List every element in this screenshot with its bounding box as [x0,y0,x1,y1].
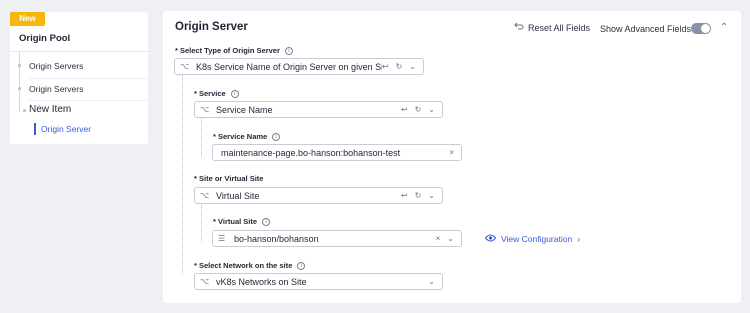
origin-type-label: * Select Type of Origin Server i [175,46,293,55]
nesting-guide [201,117,202,157]
service-name-label-text: * Service Name [213,132,268,141]
collapse-chevron-up-icon[interactable]: ⌃ [720,22,728,33]
tree-item-origin-servers-2[interactable]: Origin Servers [29,84,83,94]
info-icon[interactable]: i [230,89,239,98]
network-label-text: * Select Network on the site [194,261,293,270]
info-icon[interactable]: i [262,217,271,226]
origin-server-panel: Origin Server Reset All Fields Show Adva… [163,11,741,303]
network-label: * Select Network on the site i [194,261,306,270]
tree-item-new-item[interactable]: New Item [29,104,71,115]
service-label: * Service i [194,89,239,98]
clear-icon[interactable]: × [436,234,441,243]
info-icon[interactable]: i [284,46,293,55]
chevron-down-icon[interactable]: ⌄ [428,191,435,200]
info-icon[interactable]: i [297,261,306,270]
undo-icon[interactable]: ↩ [382,62,389,71]
origin-pool-tree: New Origin Pool Origin Servers Origin Se… [10,12,148,144]
site-or-virtual-site-value: Virtual Site [216,190,260,201]
service-label-text: * Service [194,89,226,98]
view-configuration-label: View Configuration [501,234,573,244]
network-value: vK8s Networks on Site [216,276,307,287]
service-name-label: * Service Name i [213,132,281,141]
site-or-virtual-site-select[interactable]: ⌥ Virtual Site ↩ ↻ ⌄ [194,187,443,204]
tree-separator [28,78,148,79]
virtual-site-label: * Virtual Site i [213,217,271,226]
site-or-virtual-site-label-text: * Site or Virtual Site [194,174,264,183]
tree-item-origin-servers-1[interactable]: Origin Servers [29,61,83,71]
tree-divider [10,51,148,52]
nesting-guide [201,202,202,242]
choice-icon: ⌥ [200,105,210,114]
view-configuration-link[interactable]: View Configuration › [484,234,581,244]
refresh-icon[interactable]: ↻ [415,191,422,200]
service-name-input[interactable]: maintenance-page.bo-hanson:bohanson-test… [212,144,462,161]
tree-node-dot [23,109,26,112]
info-icon[interactable]: i [272,132,281,141]
toggle-knob [701,24,710,33]
service-value: Service Name [216,104,273,115]
new-badge: New [10,12,45,26]
panel-title: Origin Server [175,21,248,33]
tree-node-dot [18,87,21,90]
show-advanced-label: Show Advanced Fields [600,24,692,34]
refresh-icon[interactable]: ↻ [415,105,422,114]
choice-icon: ⌥ [200,277,210,286]
chevron-right-icon: › [577,234,581,244]
virtual-site-select[interactable]: ☰ bo-hanson/bohanson × ⌄ [212,230,462,247]
tree-node-dot [18,64,21,67]
undo-icon[interactable]: ↩ [401,105,408,114]
choice-icon: ⌥ [200,191,210,200]
reset-label: Reset All Fields [528,22,591,33]
site-or-virtual-site-label: * Site or Virtual Site [194,174,263,183]
virtual-site-label-text: * Virtual Site [213,217,258,226]
choice-icon: ⌥ [180,62,190,71]
refresh-icon[interactable]: ↻ [396,62,403,71]
list-icon: ☰ [218,234,226,243]
service-select[interactable]: ⌥ Service Name ↩ ↻ ⌄ [194,101,443,118]
clear-icon[interactable]: × [449,148,454,157]
origin-type-value: K8s Service Name of Origin Server on giv… [196,61,382,72]
chevron-down-icon[interactable]: ⌄ [428,105,435,114]
undo-icon [514,22,524,33]
origin-type-label-text: * Select Type of Origin Server [175,46,280,55]
chevron-down-icon[interactable]: ⌄ [447,234,454,243]
service-name-value: maintenance-page.bo-hanson:bohanson-test [221,147,401,158]
tree-connector [19,52,20,112]
tree-separator [28,100,148,101]
origin-type-select[interactable]: ⌥ K8s Service Name of Origin Server on g… [174,58,424,75]
show-advanced-toggle[interactable] [691,23,711,34]
chevron-down-icon[interactable]: ⌄ [409,62,416,71]
undo-icon[interactable]: ↩ [401,191,408,200]
eye-icon [484,234,497,244]
nesting-guide [182,72,183,274]
selected-indicator [34,123,36,135]
tree-item-origin-server[interactable]: Origin Server [41,124,91,134]
network-select[interactable]: ⌥ vK8s Networks on Site ⌄ [194,273,443,290]
virtual-site-value: bo-hanson/bohanson [234,233,319,244]
chevron-down-icon[interactable]: ⌄ [428,277,435,286]
tree-title[interactable]: Origin Pool [19,33,70,44]
reset-all-fields-button[interactable]: Reset All Fields [514,22,590,33]
